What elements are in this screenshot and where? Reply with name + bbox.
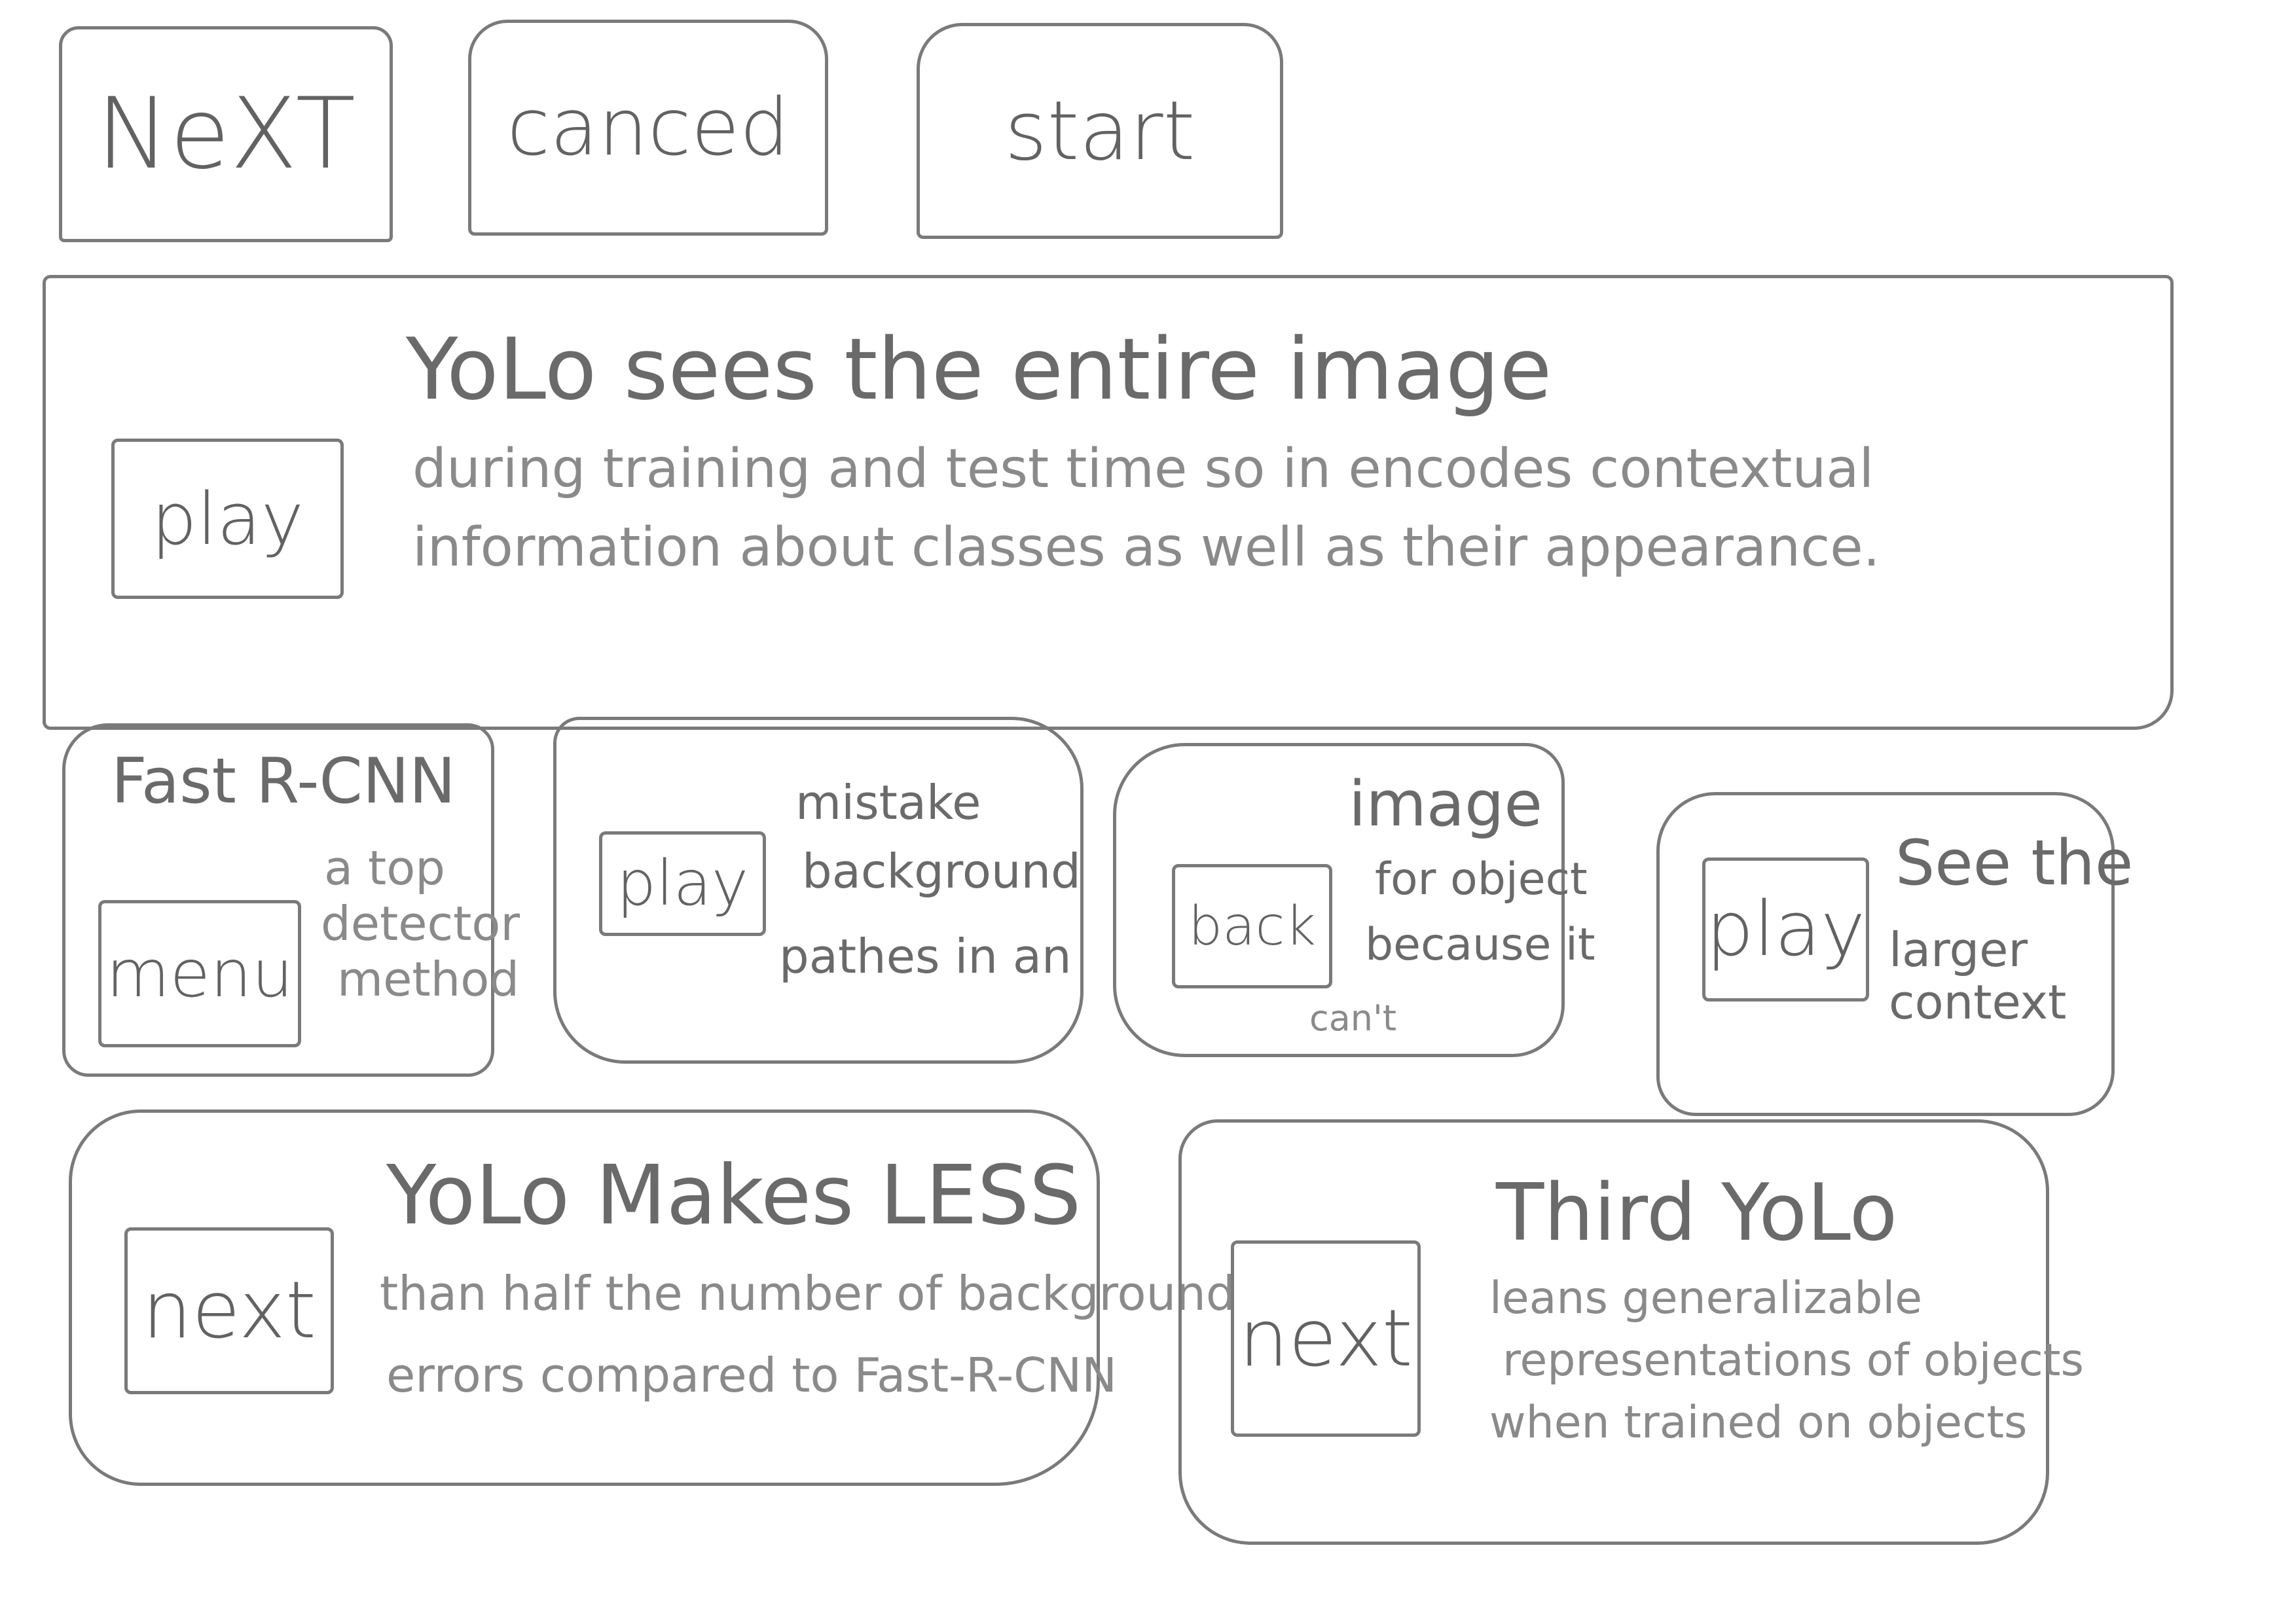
- third-yolo-text-line-2: representations of objects: [1503, 1335, 2084, 1386]
- third-yolo-text-line-1: leans generalizable: [1489, 1272, 1923, 1324]
- context-play-button[interactable]: play: [1702, 857, 1869, 1001]
- context-text-line-1: See the: [1895, 827, 2134, 899]
- fast-rcnn-text-line-1: a top: [324, 840, 445, 895]
- image-text-line-4: can't: [1309, 998, 1397, 1039]
- third-yolo-text-line-3: when trained on objects: [1489, 1397, 2028, 1449]
- context-text-line-3: context: [1889, 975, 2067, 1030]
- less-next-button[interactable]: next: [124, 1227, 334, 1394]
- third-yolo-title: Third YoLo: [1496, 1168, 1898, 1259]
- menu-button[interactable]: menu: [98, 900, 301, 1047]
- cancel-button[interactable]: canced: [468, 20, 828, 236]
- image-text-line-2: for object: [1375, 854, 1588, 905]
- hero-description-line-2: information about classes as well as the…: [412, 516, 1880, 579]
- mistake-text-line-1: mistake: [795, 775, 981, 830]
- image-text-line-3: because it: [1365, 919, 1595, 971]
- image-text-line-1: image: [1349, 768, 1542, 840]
- mistake-text-line-2: background: [802, 844, 1081, 899]
- start-button[interactable]: start: [917, 23, 1283, 239]
- less-errors-text-line-2: errors compared to Fast-R-CNN: [386, 1348, 1118, 1403]
- fast-rcnn-text-line-2: detector: [321, 896, 520, 951]
- less-errors-text-line-1: than half the number of background: [380, 1266, 1236, 1321]
- third-next-button[interactable]: next: [1231, 1240, 1421, 1437]
- back-button[interactable]: back: [1172, 864, 1332, 988]
- fast-rcnn-card-title: Fast R-CNN: [111, 746, 456, 818]
- next-button[interactable]: NeXT: [59, 26, 393, 242]
- mistake-text-line-3: pathes in an: [779, 929, 1072, 984]
- less-errors-title: YoLo Makes LESS: [386, 1148, 1082, 1243]
- hero-play-button[interactable]: play: [111, 439, 344, 599]
- mistake-play-button[interactable]: play: [599, 831, 766, 936]
- context-text-line-2: larger: [1889, 922, 2028, 977]
- hero-title: YoLo sees the entire image: [406, 319, 1552, 419]
- fast-rcnn-text-line-3: method: [337, 952, 520, 1007]
- hero-description-line-1: during training and test time so in enco…: [412, 438, 1874, 500]
